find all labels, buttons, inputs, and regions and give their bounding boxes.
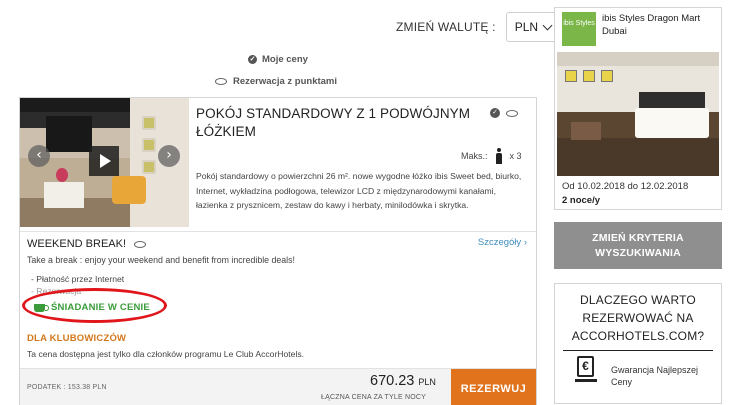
- total-price: 670.23 PLN: [370, 373, 436, 389]
- club-members-title: DLA KLUBOWICZÓW: [27, 333, 127, 344]
- divider: [20, 231, 536, 232]
- bed-shape: [635, 108, 709, 138]
- hotel-summary: ibis Styles ibis Styles Dragon Mart Duba…: [554, 7, 722, 210]
- points-ring-icon: [215, 77, 227, 85]
- offer-title-text: WEEKEND BREAK!: [27, 238, 127, 250]
- floor-shape: [557, 138, 719, 176]
- room-table-shape: [44, 182, 84, 208]
- currency-label: ZMIEŃ WALUTĘ :: [396, 20, 496, 34]
- hotel-name[interactable]: ibis Styles Dragon Mart Dubai: [602, 13, 720, 38]
- room-photo: ‹ ›: [20, 98, 189, 227]
- hotel-photo: [557, 52, 719, 176]
- booking-page: ZMIEŃ WALUTĘ : PLN ✓ Moje ceny Rezerwacj…: [0, 0, 729, 405]
- offer-subtitle: Take a break : enjoy your weekend and be…: [27, 255, 295, 265]
- chairs-shape: [571, 122, 601, 140]
- currency-value: PLN: [514, 20, 539, 34]
- my-prices-label: Moje ceny: [262, 53, 308, 65]
- points-booking-label: Rezerwacja z punktami: [233, 75, 338, 87]
- hotel-logo: ibis Styles: [562, 12, 596, 46]
- photo-next-icon[interactable]: ›: [158, 145, 180, 167]
- room-description: Pokój standardowy o powierzchni 26 m². n…: [196, 171, 522, 210]
- price-bar: PODATEK : 153.38 PLN 670.23 PLN ŁĄCZNA C…: [20, 368, 536, 405]
- divider: [563, 350, 713, 351]
- details-link[interactable]: Szczegóły ›: [478, 237, 527, 248]
- currency-select[interactable]: PLN: [505, 12, 558, 42]
- price-currency: PLN: [418, 377, 436, 387]
- play-video-icon[interactable]: [89, 146, 119, 176]
- highlight-circle: [22, 288, 167, 323]
- euro-guarantee-icon: €: [575, 356, 597, 384]
- room-title-icons: ✓: [490, 108, 524, 118]
- euro-symbol: €: [577, 356, 594, 377]
- points-ring-icon: [506, 109, 518, 117]
- max-label: Maks.:: [461, 151, 488, 161]
- club-members-note: Ta cena dostępna jest tylko dla członków…: [27, 349, 305, 359]
- person-icon: [495, 148, 503, 164]
- details-link-label: Szczegóły: [477, 237, 522, 248]
- wall-art-shape: [142, 116, 156, 130]
- chevron-right-icon: ›: [523, 237, 527, 248]
- check-icon: ✓: [490, 108, 500, 118]
- offer-title: WEEKEND BREAK!: [27, 238, 152, 250]
- price-amount: 670.23: [370, 373, 415, 389]
- wall-art-shape: [601, 70, 613, 82]
- why-book-box: DLACZEGO WARTO REZERWOWAĆ NA ACCORHOTELS…: [554, 283, 722, 404]
- best-price-guarantee[interactable]: Gwarancja Najlepszej Ceny: [611, 364, 711, 388]
- book-button[interactable]: REZERWUJ: [451, 369, 536, 405]
- price-links: ✓ Moje ceny Rezerwacja z punktami: [215, 52, 337, 96]
- check-icon: ✓: [248, 54, 257, 64]
- chevron-down-icon: [542, 20, 553, 30]
- max-occupancy: Maks.: x 3: [461, 148, 522, 164]
- wall-art-shape: [142, 138, 156, 152]
- modify-search-button[interactable]: ZMIEŃ KRYTERIA WYSZUKIWANIA: [554, 222, 722, 269]
- stay-dates: Od 10.02.2018 do 12.02.2018: [562, 181, 689, 192]
- price-note: ŁĄCZNA CENA ZA TYLE NOCY: [321, 394, 427, 401]
- max-count: x 3: [509, 151, 522, 161]
- tax-amount: PODATEK : 153.38 PLN: [27, 384, 107, 391]
- stay-nights: 2 noce/y: [562, 195, 601, 206]
- why-book-title: DLACZEGO WARTO REZERWOWAĆ NA ACCORHOTELS…: [571, 293, 705, 343]
- points-ring-icon: [134, 240, 147, 248]
- points-booking-link[interactable]: Rezerwacja z punktami: [215, 74, 337, 88]
- currency-switcher: ZMIEŃ WALUTĘ : PLN: [396, 12, 558, 42]
- condition-item: - Płatność przez Internet: [31, 274, 125, 284]
- icon-base: [575, 379, 597, 382]
- room-tv-shape: [46, 116, 92, 152]
- hotel-ceiling-shape: [557, 52, 719, 66]
- wall-art-shape: [142, 160, 156, 174]
- wall-art-shape: [565, 70, 577, 82]
- room-flower-shape: [56, 168, 68, 182]
- photo-prev-icon[interactable]: ‹: [28, 145, 50, 167]
- wall-art-shape: [583, 70, 595, 82]
- room-title: POKÓJ STANDARDOWY Z 1 PODWÓJNYM ŁÓŻKIEM: [196, 106, 471, 139]
- room-chair-shape: [112, 176, 146, 204]
- room-offer-card: ‹ › POKÓJ STANDARDOWY Z 1 PODWÓJNYM ŁÓŻK…: [19, 97, 537, 405]
- my-prices-link[interactable]: ✓ Moje ceny: [248, 52, 337, 66]
